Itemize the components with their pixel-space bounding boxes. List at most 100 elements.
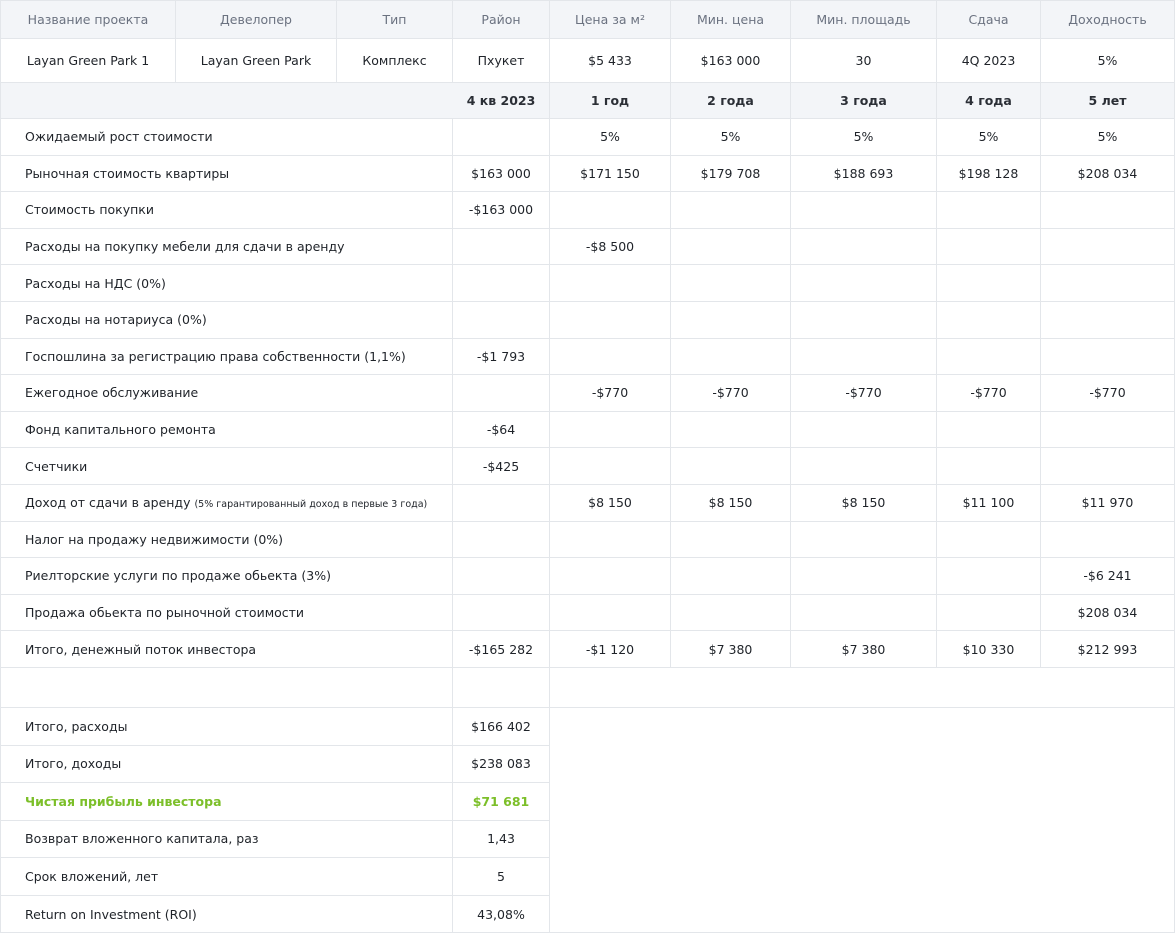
row-value (452, 264, 550, 302)
spacer-row (0, 666, 1175, 708)
project-type: Комплекс (336, 38, 453, 83)
row-value (549, 593, 671, 632)
row-label: Риелторские услуги по продаже обьекта (3… (25, 568, 331, 584)
row-value: -$165 282 (452, 630, 550, 668)
row-value (670, 337, 791, 376)
row-value (936, 410, 1041, 449)
row-label-cell: Расходы на НДС (0%) (0, 264, 453, 302)
column-header: Название проекта (0, 0, 176, 39)
row-value: $179 708 (670, 154, 791, 193)
row-value (1040, 410, 1175, 449)
row-value (670, 191, 791, 229)
row-value (1040, 264, 1175, 302)
row-value: -$163 000 (452, 191, 550, 229)
table-row: Рыночная стоимость квартиры $163 000 $171 … (0, 154, 1175, 193)
row-value (549, 300, 671, 339)
row-value (1040, 191, 1175, 229)
summary-value: 1,43 (452, 819, 550, 859)
row-value (452, 118, 550, 156)
column-header: Цена за м² (549, 0, 671, 39)
table-row: Ожидаемый рост стоимости 5% 5% 5% 5% 5% (0, 118, 1175, 156)
row-value (790, 557, 937, 595)
project-completion: 4Q 2023 (936, 38, 1041, 83)
row-value (790, 593, 937, 632)
row-label: Госпошлина за регистрацию права собствен… (25, 348, 406, 364)
row-value (790, 337, 937, 376)
row-value: $7 380 (670, 630, 791, 668)
summary-empty-area (549, 706, 1175, 934)
table-row: Счетчики -$425 (0, 447, 1175, 485)
row-label: Ежегодное обслуживание (25, 385, 199, 401)
row-label-cell: Итого, денежный поток инвестора (0, 630, 453, 668)
row-value: -$8 500 (549, 227, 671, 266)
row-value (1040, 447, 1175, 485)
row-value: -$770 (936, 374, 1041, 412)
row-value: -$770 (549, 374, 671, 412)
row-value: $8 150 (670, 483, 791, 522)
summary-value: 43,08% (452, 894, 550, 934)
row-label-cell: Счетчики (0, 447, 453, 485)
row-value (936, 337, 1041, 376)
row-value: 5% (936, 118, 1041, 156)
row-value (670, 447, 791, 485)
row-value (452, 374, 550, 412)
summary-label: Возврат вложенного капитала, раз (0, 819, 453, 859)
row-value (452, 227, 550, 266)
table-row: Госпошлина за регистрацию права собствен… (0, 337, 1175, 376)
summary-label: Итого, расходы (0, 706, 453, 746)
project-min-area: 30 (790, 38, 937, 83)
row-value (670, 264, 791, 302)
row-value: $198 128 (936, 154, 1041, 193)
row-value (1040, 300, 1175, 339)
column-header: Доходность (1040, 0, 1175, 39)
table-row: Стоимость покупки -$163 000 (0, 191, 1175, 229)
row-label: Доход от сдачи в аренду (25, 495, 191, 511)
summary-label: Итого, доходы (0, 744, 453, 784)
row-value: $8 150 (549, 483, 671, 522)
period-header: 3 года (790, 82, 937, 119)
row-label: Фонд капитального ремонта (25, 422, 216, 438)
period-header: 4 года (936, 82, 1041, 119)
row-value: $188 693 (790, 154, 937, 193)
row-value (936, 227, 1041, 266)
row-value (936, 264, 1041, 302)
row-value (936, 447, 1041, 485)
row-value (549, 264, 671, 302)
row-value (670, 593, 791, 632)
row-value (452, 483, 550, 522)
summary-row: Итого, расходы $166 402 (0, 706, 1175, 934)
row-value: -$770 (1040, 374, 1175, 412)
project-yield: 5% (1040, 38, 1175, 83)
summary-value: $71 681 (452, 782, 550, 821)
row-value: $208 034 (1040, 593, 1175, 632)
row-value: $208 034 (1040, 154, 1175, 193)
investment-table: Название проекта Девелопер Тип Район Цен… (0, 0, 1175, 934)
summary-label: Срок вложений, лет (0, 857, 453, 896)
project-district: Пхукет (452, 38, 550, 83)
row-value: $11 970 (1040, 483, 1175, 522)
row-value (670, 227, 791, 266)
row-label: Расходы на НДС (0%) (25, 275, 166, 291)
row-value (1040, 227, 1175, 266)
row-label: Рыночная стоимость квартиры (25, 165, 230, 181)
row-value: 5% (549, 118, 671, 156)
spacer-cell (0, 666, 453, 708)
row-label: Стоимость покупки (25, 202, 154, 218)
row-value (670, 520, 791, 559)
project-price-per-m2: $5 433 (549, 38, 671, 83)
row-label: Расходы на нотариуса (0%) (25, 312, 207, 328)
row-label-cell: Фонд капитального ремонта (0, 410, 453, 449)
row-value (790, 300, 937, 339)
row-label-cell: Ежегодное обслуживание (0, 374, 453, 412)
table-row: Расходы на нотариуса (0%) (0, 300, 1175, 339)
row-value (452, 300, 550, 339)
row-value (549, 557, 671, 595)
project-min-price: $163 000 (670, 38, 791, 83)
row-value (549, 337, 671, 376)
row-label: Счетчики (25, 458, 88, 474)
periods-row: 4 кв 2023 1 год 2 года 3 года 4 года 5 л… (0, 82, 1175, 119)
row-value (452, 520, 550, 559)
row-label-cell: Расходы на покупку мебели для сдачи в ар… (0, 227, 453, 266)
period-header: 1 год (549, 82, 671, 119)
row-label-cell: Госпошлина за регистрацию права собствен… (0, 337, 453, 376)
